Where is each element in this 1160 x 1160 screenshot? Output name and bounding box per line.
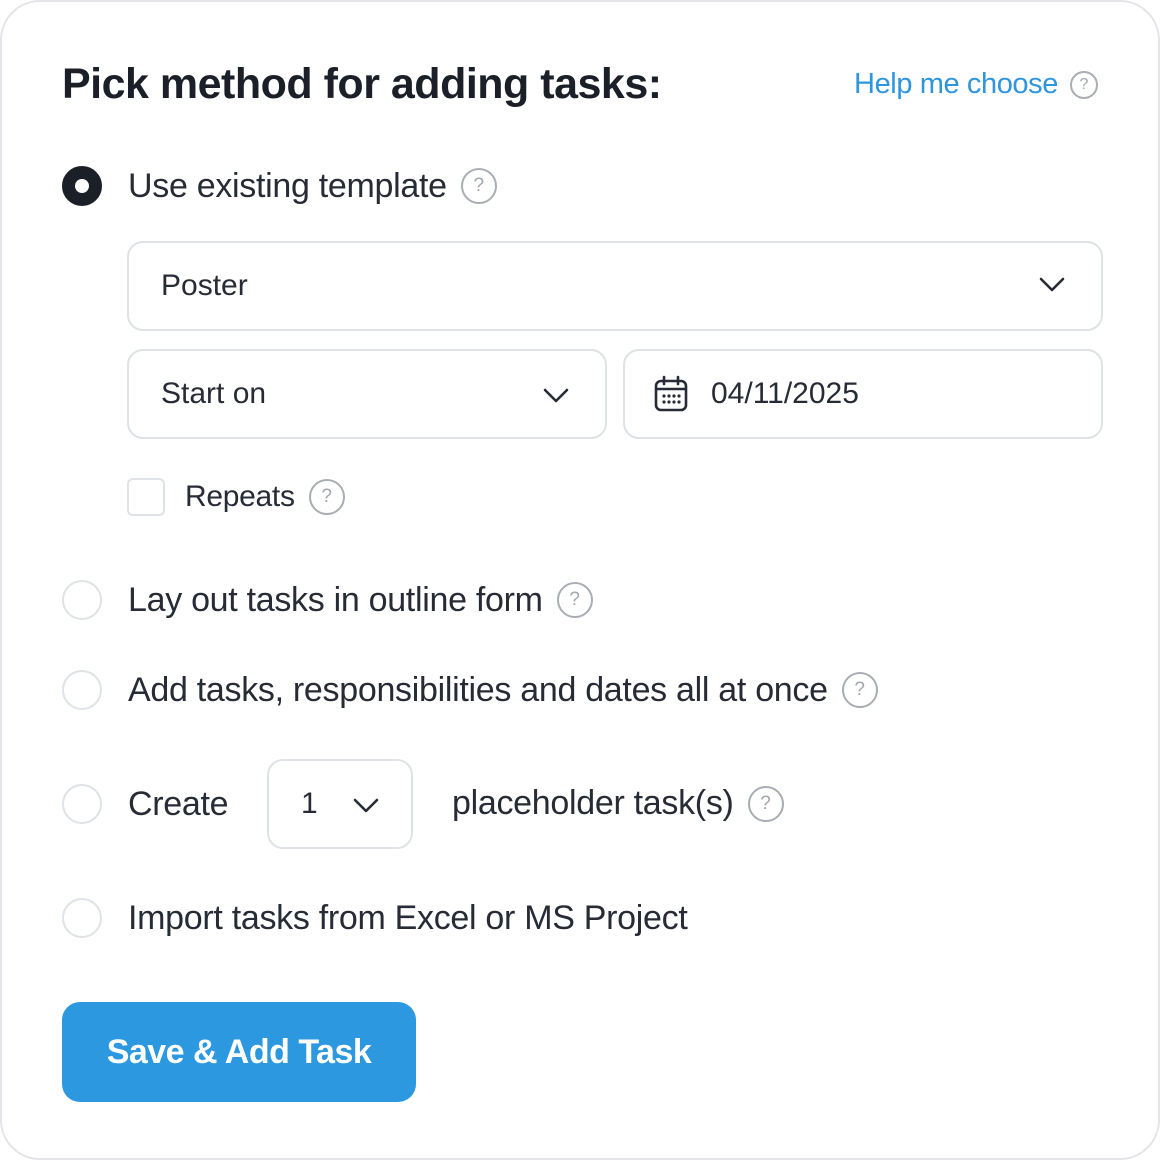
option-all-at-once-label[interactable]: Add tasks, responsibilities and dates al…: [128, 671, 828, 710]
radio-use-template[interactable]: [62, 166, 102, 206]
help-me-choose-link[interactable]: Help me choose ?: [854, 68, 1098, 101]
option-use-template-label[interactable]: Use existing template: [128, 167, 447, 206]
repeats-label[interactable]: Repeats: [185, 480, 295, 514]
add-tasks-card: Pick method for adding tasks: Help me ch…: [0, 0, 1160, 1160]
placeholder-count-value: 1: [301, 787, 318, 820]
help-icon[interactable]: ?: [1070, 70, 1098, 99]
template-select[interactable]: Poster: [127, 241, 1103, 331]
template-select-value: Poster: [161, 269, 248, 302]
calendar-icon[interactable]: [653, 375, 689, 413]
option-import-label[interactable]: Import tasks from Excel or MS Project: [128, 899, 688, 938]
start-date-value[interactable]: 04/11/2025: [711, 377, 859, 411]
help-icon[interactable]: ?: [308, 479, 345, 515]
repeats-checkbox[interactable]: [127, 478, 165, 516]
start-mode-value: Start on: [161, 377, 267, 410]
option-placeholder[interactable]: Create: [62, 784, 229, 824]
option-placeholder-label-before[interactable]: Create: [128, 785, 229, 824]
radio-placeholder[interactable]: [62, 784, 102, 824]
save-add-task-button[interactable]: Save & Add Task: [62, 1002, 416, 1102]
page-title: Pick method for adding tasks:: [62, 60, 662, 108]
option-use-template[interactable]: Use existing template ?: [62, 166, 497, 206]
start-date-input[interactable]: 04/11/2025: [623, 349, 1103, 439]
start-mode-select[interactable]: Start on: [127, 349, 607, 439]
option-import[interactable]: Import tasks from Excel or MS Project: [62, 898, 688, 938]
option-all-at-once[interactable]: Add tasks, responsibilities and dates al…: [62, 670, 878, 710]
option-placeholder-label-after: placeholder task(s): [452, 784, 734, 822]
option-outline-form-label[interactable]: Lay out tasks in outline form: [128, 581, 543, 620]
help-icon[interactable]: ?: [460, 168, 497, 204]
repeats-row[interactable]: Repeats ?: [127, 478, 345, 516]
radio-outline-form[interactable]: [62, 580, 102, 620]
placeholder-count-select[interactable]: 1: [267, 759, 413, 849]
help-icon[interactable]: ?: [841, 672, 878, 708]
chevron-down-icon: [543, 388, 569, 403]
option-placeholder-suffix: placeholder task(s) ?: [452, 784, 784, 823]
help-icon[interactable]: ?: [556, 582, 593, 618]
help-me-choose-label[interactable]: Help me choose: [854, 68, 1058, 101]
radio-all-at-once[interactable]: [62, 670, 102, 710]
help-icon[interactable]: ?: [747, 785, 784, 822]
option-outline-form[interactable]: Lay out tasks in outline form ?: [62, 580, 593, 620]
chevron-down-icon: [353, 798, 379, 813]
save-add-task-label: Save & Add Task: [106, 1032, 372, 1071]
radio-import[interactable]: [62, 898, 102, 938]
chevron-down-icon: [1039, 277, 1065, 292]
